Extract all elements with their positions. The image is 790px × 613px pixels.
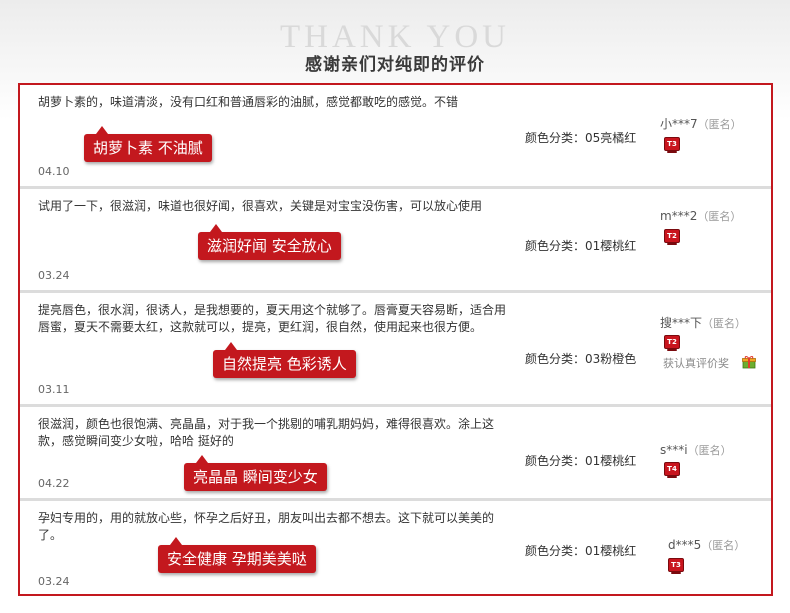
- review-date: 04.10: [38, 165, 70, 178]
- member-level-icon: T2: [664, 229, 680, 245]
- review-text: 提亮唇色，很水润，很诱人，是我想要的，夏天用这个就够了。唇膏夏天容易断，适合用唇…: [38, 303, 507, 334]
- review-date: 03.24: [38, 269, 70, 282]
- award-label: 获认真评价奖: [663, 357, 729, 370]
- member-level-icon: T3: [664, 137, 680, 153]
- reviewer-name: 小***7（匿名）: [660, 116, 742, 133]
- sku-option: 颜色分类：01樱桃红: [525, 454, 637, 468]
- review-item: 很滋润，颜色也很饱满、亮晶晶，对于我一个挑剔的哺乳期妈妈，难得很喜欢。涂上这款，…: [20, 407, 771, 501]
- sku-option: 颜色分类：01樱桃红: [525, 544, 637, 558]
- reviewer-id: m***2: [660, 209, 698, 223]
- highlight-tag: 自然提亮 色彩诱人: [213, 342, 356, 378]
- member-level-icon: T2: [664, 335, 680, 351]
- review-item: 提亮唇色，很水润，很诱人，是我想要的，夏天用这个就够了。唇膏夏天容易断，适合用唇…: [20, 293, 771, 407]
- review-item: 试用了一下，很滋润，味道也很好闻，很喜欢，关键是对宝宝没伤害，可以放心使用 滋润…: [20, 189, 771, 293]
- reviewer-name: s***i（匿名）: [660, 442, 732, 459]
- review-text: 胡萝卜素的，味道清淡，没有口红和普通唇彩的油腻，感觉都敢吃的感觉。不错: [38, 95, 459, 109]
- page-header: THANK YOU 感谢亲们对纯即的评价: [0, 0, 790, 84]
- anonymous-label: （匿名）: [701, 539, 746, 552]
- review-text: 试用了一下，很滋润，味道也很好闻，很喜欢，关键是对宝宝没伤害，可以放心使用: [38, 199, 483, 213]
- review-item: 胡萝卜素的，味道清淡，没有口红和普通唇彩的油腻，感觉都敢吃的感觉。不错 胡萝卜素…: [20, 85, 771, 189]
- reviewer-id: 小***7: [660, 117, 698, 131]
- reviewer-id: 搜***下: [660, 316, 703, 330]
- review-text: 孕妇专用的，用的就放心些，怀孕之后好丑，朋友叫出去都不想去。这下就可以美美的了。: [38, 511, 495, 542]
- sku-option: 颜色分类：01樱桃红: [525, 239, 637, 253]
- anonymous-label: （匿名）: [702, 317, 747, 330]
- highlight-tag: 安全健康 孕期美美哒: [158, 537, 316, 573]
- reviewer-id: s***i: [660, 443, 688, 457]
- member-level-icon: T3: [668, 558, 684, 574]
- review-item: 孕妇专用的，用的就放心些，怀孕之后好丑，朋友叫出去都不想去。这下就可以美美的了。…: [20, 501, 771, 596]
- reviewer-name: d***5（匿名）: [668, 537, 745, 554]
- sku-option: 颜色分类：03粉橙色: [525, 352, 637, 366]
- reviews-panel: 胡萝卜素的，味道清淡，没有口红和普通唇彩的油腻，感觉都敢吃的感觉。不错 胡萝卜素…: [18, 83, 773, 596]
- member-level-icon: T4: [664, 462, 680, 478]
- reviewer-id: d***5: [668, 538, 702, 552]
- reviewer-name: m***2（匿名）: [660, 208, 741, 225]
- anonymous-label: （匿名）: [697, 118, 742, 131]
- page-subtitle: 感谢亲们对纯即的评价: [305, 55, 485, 75]
- gift-icon: [742, 356, 756, 369]
- review-date: 03.24: [38, 575, 70, 588]
- review-date: 03.11: [38, 383, 70, 396]
- thank-you-title: THANK YOU: [279, 19, 510, 55]
- highlight-tag: 滋润好闻 安全放心: [198, 224, 341, 260]
- anonymous-label: （匿名）: [697, 210, 742, 223]
- sku-option: 颜色分类：05亮橘红: [525, 131, 637, 145]
- anonymous-label: （匿名）: [687, 444, 732, 457]
- highlight-tag: 亮晶晶 瞬间变少女: [184, 455, 327, 491]
- highlight-tag: 胡萝卜素 不油腻: [84, 126, 212, 162]
- review-date: 04.22: [38, 477, 70, 490]
- review-text: 很滋润，颜色也很饱满、亮晶晶，对于我一个挑剔的哺乳期妈妈，难得很喜欢。涂上这款，…: [38, 417, 495, 448]
- reviewer-name: 搜***下（匿名）: [660, 315, 746, 332]
